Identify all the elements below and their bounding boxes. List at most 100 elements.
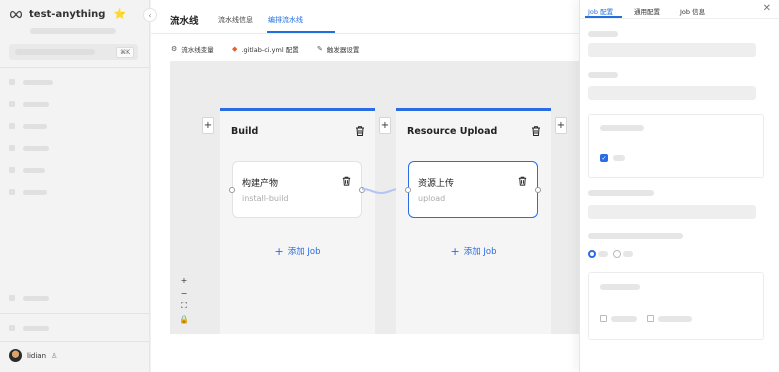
sidebar-item[interactable] <box>9 163 138 177</box>
job-card-upload[interactable]: 资源上传 upload <box>405 161 541 218</box>
sidebar: test-anything ⭐ ⌘K lidian ♙ <box>0 0 150 372</box>
radio-unselected[interactable] <box>613 250 621 258</box>
nav-icon <box>9 79 15 85</box>
job-connector <box>362 188 400 195</box>
stage-title: Build <box>231 126 259 137</box>
project-name: test-anything <box>29 9 106 20</box>
nav-icon <box>9 123 15 129</box>
add-stage-between-button[interactable]: + <box>379 117 391 134</box>
lock-icon[interactable]: 🔒 <box>178 313 190 325</box>
job-input-port[interactable] <box>405 187 411 193</box>
radio-label-placeholder <box>623 251 633 257</box>
tab-general-config[interactable]: 通用配置 <box>634 6 660 16</box>
add-job-label: 添加 Job <box>287 247 321 257</box>
fit-view-icon[interactable]: ⛶ <box>178 300 190 312</box>
nav-icon <box>9 295 15 301</box>
nav-label-placeholder <box>23 325 49 331</box>
nav-label-placeholder <box>23 123 47 129</box>
page-title: 流水线 <box>170 16 199 27</box>
checkbox-unchecked[interactable] <box>600 315 607 322</box>
checkbox-checked[interactable]: ✓ <box>600 154 608 162</box>
select-placeholder[interactable] <box>588 86 756 100</box>
sidebar-divider <box>0 313 150 314</box>
add-job-button[interactable]: + 添加 Job <box>220 245 375 258</box>
checkbox-label-placeholder <box>613 155 625 161</box>
nav-label-placeholder <box>23 295 49 301</box>
add-job-label: 添加 Job <box>463 247 497 257</box>
trigger-settings-button[interactable]: ✎ 触发器设置 <box>317 44 359 54</box>
tab-job-config[interactable]: Job 配置 <box>588 6 613 16</box>
job-config-panel: Job 配置 通用配置 Job 信息 ✕ ✓ <box>579 0 779 372</box>
gitlab-ci-config-button[interactable]: ◆ .gitlab-ci.yml 配置 <box>232 44 299 54</box>
trash-icon[interactable] <box>341 175 352 187</box>
stage-title: Resource Upload <box>407 126 498 137</box>
tab-edit-pipeline[interactable]: 编排流水线 <box>268 15 303 25</box>
sidebar-item[interactable] <box>9 141 138 155</box>
trash-icon[interactable] <box>354 125 366 137</box>
zoom-in-icon[interactable]: + <box>178 274 190 286</box>
option-label-placeholder <box>600 284 640 290</box>
input-placeholder[interactable] <box>588 205 756 219</box>
collapse-sidebar-button[interactable]: ‹ <box>143 8 157 22</box>
radio-selected[interactable] <box>588 250 596 258</box>
gitlab-ci-config-label: .gitlab-ci.yml 配置 <box>241 46 299 54</box>
job-input-port[interactable] <box>229 187 235 193</box>
avatar <box>9 349 22 362</box>
nav-icon <box>9 101 15 107</box>
field-label-placeholder <box>588 233 683 239</box>
sidebar-item[interactable] <box>9 291 138 305</box>
stage-resource-upload: Resource Upload 资源上传 upload + 添加 Job <box>396 108 551 334</box>
job-card-build[interactable]: 构建产物 install-build <box>229 161 365 218</box>
job-identifier: upload <box>418 194 446 203</box>
panel-tab-divider <box>580 18 779 19</box>
sidebar-item[interactable] <box>9 75 138 89</box>
zoom-out-icon[interactable]: − <box>178 287 190 299</box>
sidebar-search[interactable]: ⌘K <box>9 44 138 60</box>
project-subtitle-placeholder <box>30 28 116 34</box>
options-group <box>588 114 764 178</box>
nav-label-placeholder <box>23 101 49 107</box>
close-icon[interactable]: ✕ <box>763 3 771 14</box>
gitlab-icon: ◆ <box>232 45 238 53</box>
user-name: lidian <box>27 351 47 360</box>
trash-icon[interactable] <box>517 175 528 187</box>
add-stage-before-button[interactable]: + <box>202 117 214 134</box>
user-profile[interactable]: lidian ♙ <box>9 349 57 362</box>
radio-label-placeholder <box>598 251 608 257</box>
add-stage-after-button[interactable]: + <box>555 117 567 134</box>
plus-icon: + <box>450 245 460 258</box>
checkbox-label-placeholder <box>658 316 692 322</box>
tab-pipeline-info[interactable]: 流水线信息 <box>218 15 253 25</box>
job-output-port[interactable] <box>535 187 541 193</box>
pipeline-variables-button[interactable]: ⚙ 流水线变量 <box>171 44 214 54</box>
zoom-controls: + − ⛶ 🔒 <box>178 274 190 325</box>
sidebar-item[interactable] <box>9 321 138 335</box>
star-icon[interactable]: ⭐ <box>113 9 125 20</box>
nav-label-placeholder <box>23 79 53 85</box>
trash-icon[interactable] <box>530 125 542 137</box>
sidebar-item[interactable] <box>9 97 138 111</box>
search-placeholder <box>15 49 95 55</box>
options-group <box>588 272 764 340</box>
sidebar-header[interactable]: test-anything ⭐ <box>9 9 126 20</box>
input-placeholder[interactable] <box>588 43 756 57</box>
add-job-button[interactable]: + 添加 Job <box>396 245 551 258</box>
checkbox-label-placeholder <box>611 316 637 322</box>
stage-build: Build 构建产物 install-build + 添加 Job <box>220 108 375 334</box>
edit-icon: ✎ <box>317 45 323 53</box>
tab-job-info[interactable]: Job 信息 <box>680 6 705 16</box>
sidebar-divider <box>0 67 150 68</box>
field-label-placeholder <box>588 31 618 37</box>
sidebar-item[interactable] <box>9 119 138 133</box>
pipeline-variables-label: 流水线变量 <box>181 46 214 54</box>
pipeline-canvas[interactable]: + Build 构建产物 install-build + 添加 Job + Res… <box>170 61 600 334</box>
checkbox-unchecked[interactable] <box>647 315 654 322</box>
plus-icon: + <box>274 245 284 258</box>
field-label-placeholder <box>588 72 618 78</box>
stage-topbar <box>220 108 375 111</box>
sidebar-item[interactable] <box>9 185 138 199</box>
sidebar-divider <box>0 341 150 342</box>
settings-icon: ⚙ <box>171 45 178 53</box>
nav-label-placeholder <box>23 189 47 195</box>
nav-label-placeholder <box>23 145 49 151</box>
